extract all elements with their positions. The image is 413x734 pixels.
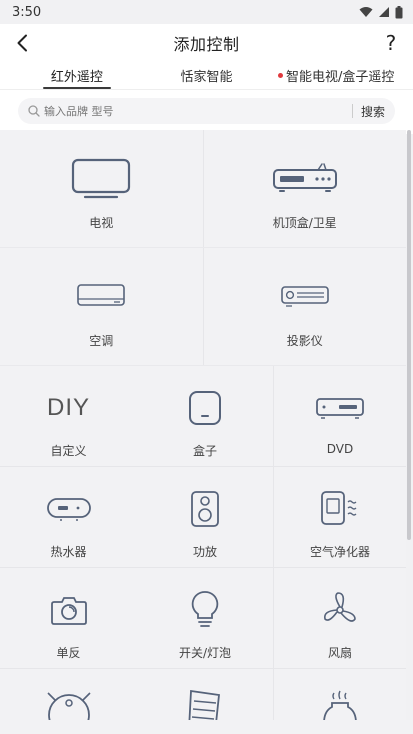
search-button[interactable]: 搜索 [361, 103, 385, 120]
device-robot-vacuum[interactable] [0, 669, 137, 720]
air-conditioner-icon [77, 284, 126, 306]
device-air-purifier[interactable]: 空气净化器 [274, 467, 406, 567]
back-button[interactable] [10, 31, 34, 55]
signal-icon [379, 7, 389, 17]
device-humidifier[interactable] [274, 669, 406, 720]
device-grid[interactable]: 电视 机顶盒/卫星 空调 投影仪 DIY 自定义 盒子 DVD 热水器 功放 空… [0, 130, 406, 720]
robot-vacuum-icon [46, 692, 91, 720]
status-bar: 3:50 [0, 0, 413, 24]
device-tv-label: 电视 [89, 216, 114, 230]
new-badge-dot [277, 73, 283, 78]
device-water-heater[interactable]: 热水器 [0, 467, 137, 567]
tv-icon [72, 158, 131, 199]
tab-tianjia-smart[interactable]: 恬家智能 [142, 62, 272, 89]
amplifier-icon [191, 491, 219, 527]
status-icons [359, 5, 403, 19]
search-divider [351, 104, 353, 118]
water-heater-icon [46, 498, 91, 521]
box-icon [189, 391, 221, 425]
device-set-top-box-label: 机顶盒/卫星 [272, 216, 337, 230]
device-amplifier[interactable]: 功放 [137, 467, 274, 567]
title-bar: 添加控制 ? [0, 24, 413, 62]
fan-icon [323, 592, 356, 622]
heater-icon [188, 689, 220, 720]
camera-icon [50, 597, 87, 625]
search-input[interactable] [44, 104, 344, 118]
device-amplifier-label: 功放 [192, 545, 217, 559]
page-title: 添加控制 [173, 35, 240, 54]
device-box-label: 盒子 [192, 444, 217, 458]
set-top-box-icon [272, 163, 337, 192]
device-set-top-box[interactable]: 机顶盒/卫星 [204, 130, 407, 247]
device-switch-light-label: 开关/灯泡 [178, 646, 232, 660]
tab-ir-remote-label: 红外遥控 [50, 70, 103, 85]
device-row: DIY 自定义 盒子 DVD [0, 366, 406, 467]
device-row [0, 669, 406, 720]
tab-smart-tv-box[interactable]: 智能电视/盒子遥控 [271, 62, 401, 89]
device-water-heater-label: 热水器 [50, 545, 87, 559]
humidifier-icon [323, 690, 357, 720]
device-tv[interactable]: 电视 [0, 130, 204, 247]
device-fan-label: 风扇 [327, 646, 352, 660]
device-heater[interactable] [137, 669, 274, 720]
device-projector[interactable]: 投影仪 [204, 248, 407, 365]
search-bar: 搜索 [18, 98, 395, 124]
search-icon [28, 105, 40, 117]
help-icon: ? [385, 31, 397, 55]
status-time: 3:50 [12, 4, 42, 20]
bottom-edge [0, 720, 413, 734]
device-camera[interactable]: 单反 [0, 568, 137, 668]
projector-icon [280, 286, 329, 307]
diy-icon: DIY [46, 394, 90, 421]
search-section: 搜索 [0, 90, 413, 134]
air-purifier-icon [321, 491, 357, 525]
device-custom-label: 自定义 [50, 444, 87, 458]
wifi-icon [359, 7, 373, 17]
device-custom-diy[interactable]: DIY 自定义 [0, 366, 137, 466]
tab-bar: 红外遥控 恬家智能 智能电视/盒子遥控 [0, 62, 413, 90]
tab-ir-remote[interactable]: 红外遥控 [12, 62, 142, 89]
device-camera-label: 单反 [56, 646, 81, 660]
battery-icon [395, 5, 403, 18]
device-air-conditioner-label: 空调 [89, 334, 114, 348]
device-air-purifier-label: 空气净化器 [309, 545, 370, 559]
tab-smart-tv-box-label: 智能电视/盒子遥控 [285, 70, 395, 85]
device-box[interactable]: 盒子 [137, 366, 274, 466]
chevron-left-icon [17, 34, 27, 52]
device-row: 单反 开关/灯泡 风扇 [0, 568, 406, 669]
light-bulb-icon [191, 591, 219, 627]
tab-tianjia-smart-label: 恬家智能 [180, 70, 233, 85]
device-row: 电视 机顶盒/卫星 [0, 130, 406, 248]
device-projector-label: 投影仪 [286, 334, 323, 348]
device-dvd-label: DVD [326, 442, 354, 456]
scrollbar[interactable] [407, 130, 411, 540]
device-air-conditioner[interactable]: 空调 [0, 248, 204, 365]
device-row: 空调 投影仪 [0, 248, 406, 366]
device-fan[interactable]: 风扇 [274, 568, 406, 668]
device-switch-light[interactable]: 开关/灯泡 [137, 568, 274, 668]
device-dvd[interactable]: DVD [274, 366, 406, 466]
dvd-icon [316, 398, 364, 419]
device-row: 热水器 功放 空气净化器 [0, 467, 406, 568]
help-button[interactable]: ? [379, 31, 403, 55]
